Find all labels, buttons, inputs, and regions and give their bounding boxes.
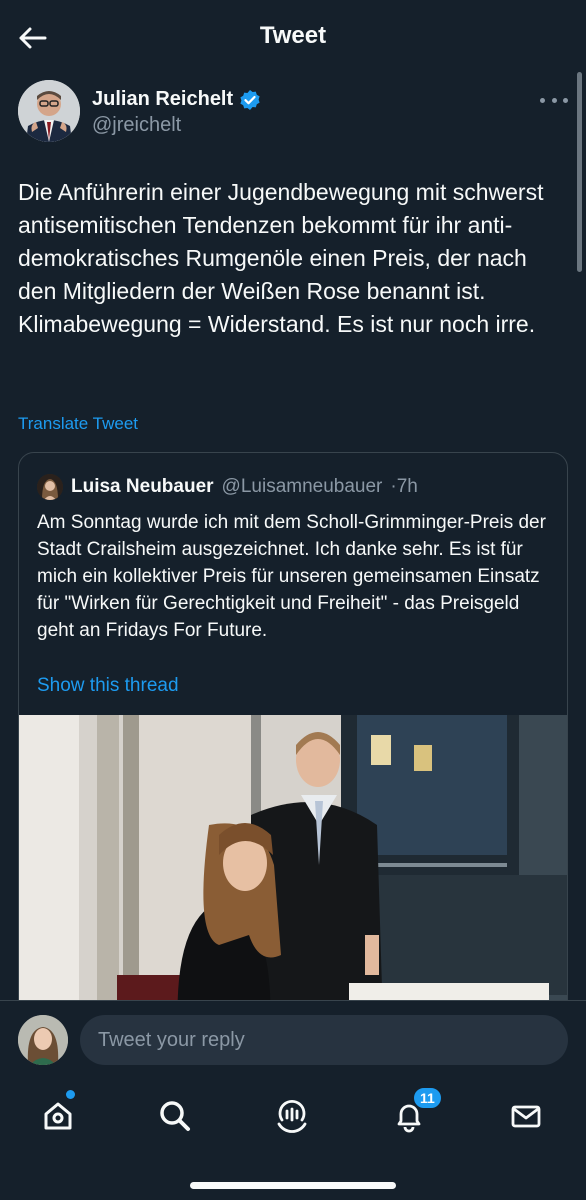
more-options-button[interactable] [540, 92, 568, 108]
home-indicator[interactable] [190, 1182, 396, 1189]
quoted-tweet-header: Luisa Neubauer @Luisamneubauer ·7h [37, 473, 418, 501]
translate-tweet-link[interactable]: Translate Tweet [18, 414, 138, 434]
home-unread-dot [66, 1090, 75, 1099]
home-icon [44, 1102, 72, 1130]
quoted-tweet-text: Am Sonntag wurde ich mit dem Scholl-Grim… [37, 512, 546, 641]
more-dot-icon [551, 97, 557, 103]
page-title: Tweet [259, 22, 327, 49]
top-bar: Tweet [0, 0, 586, 72]
author-name: Julian Reichelt [92, 88, 234, 110]
quoted-author-avatar [37, 474, 63, 500]
user-avatar[interactable] [18, 1015, 68, 1065]
tweet-text: Die Anführerin einer Jugendbewegung mit … [18, 179, 544, 337]
reply-bar [0, 1000, 586, 1078]
messages-icon [511, 1105, 541, 1128]
verified-badge-icon [240, 89, 260, 110]
tab-spaces[interactable] [270, 1094, 314, 1138]
author-avatar[interactable] [18, 80, 80, 142]
more-dot-icon [563, 97, 568, 103]
notifications-count-badge: 11 [412, 1086, 443, 1110]
author-name-row[interactable]: Julian Reichelt [92, 88, 261, 111]
tweet-author: Julian Reichelt @jreichelt [18, 80, 568, 144]
tab-messages[interactable] [504, 1094, 548, 1138]
scrollbar[interactable] [577, 72, 582, 272]
tab-home[interactable] [36, 1094, 80, 1138]
spaces-icon [277, 1099, 307, 1133]
quoted-tweet[interactable]: Luisa Neubauer @Luisamneubauer ·7h Am So… [18, 452, 568, 1052]
show-thread-link[interactable]: Show this thread [37, 675, 179, 697]
more-dot-icon [540, 97, 545, 103]
search-icon [160, 1101, 190, 1131]
quoted-timestamp: ·7h [390, 476, 418, 497]
reply-input[interactable] [80, 1015, 568, 1065]
tab-search[interactable] [153, 1094, 197, 1138]
author-handle[interactable]: @jreichelt [92, 114, 181, 137]
quoted-author-name: Luisa Neubauer [71, 476, 214, 497]
quoted-author-handle: @Luisamneubauer [221, 476, 383, 497]
